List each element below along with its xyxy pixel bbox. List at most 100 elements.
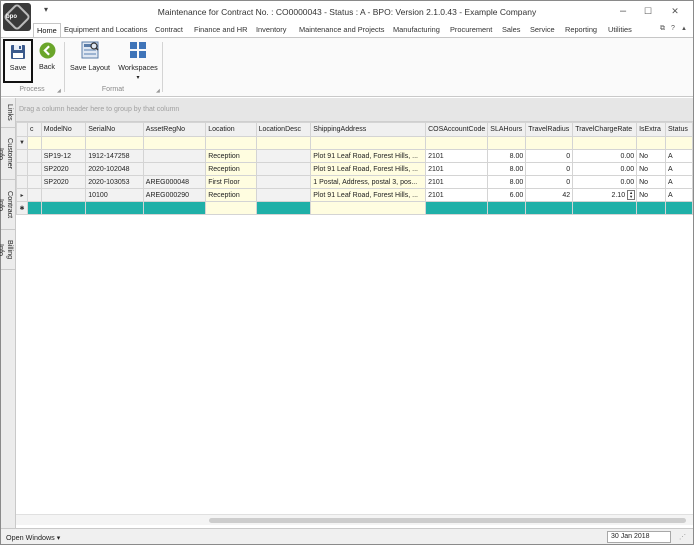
cell-assetregno[interactable]: [142, 162, 207, 176]
filter-cell[interactable]: [255, 136, 312, 150]
minimize-button[interactable]: –: [613, 5, 633, 17]
new-cell[interactable]: [255, 201, 312, 215]
column-header-modelno[interactable]: ModelNo: [40, 122, 87, 137]
new-cell[interactable]: [572, 201, 638, 215]
close-button[interactable]: ✕: [665, 5, 685, 17]
cell-shippingaddress[interactable]: 1 Postal, Address, postal 3, pos...: [310, 175, 427, 189]
table-row[interactable]: SP2020 2020-102048 Reception Plot 91 Lea…: [16, 162, 693, 176]
cell-modelno[interactable]: SP2020: [40, 175, 87, 189]
cell-location[interactable]: Reception: [205, 162, 257, 176]
column-header-serialno[interactable]: SerialNo: [85, 122, 144, 137]
cell-cosaccountcode[interactable]: 2101: [425, 188, 489, 202]
filter-cell[interactable]: [665, 136, 693, 150]
cell-locationdesc[interactable]: [255, 175, 312, 189]
filter-cell[interactable]: [425, 136, 489, 150]
cell-locationdesc[interactable]: [255, 149, 312, 163]
cell-travelradius[interactable]: 0: [525, 162, 574, 176]
cell-isextra[interactable]: No: [636, 175, 666, 189]
table-row[interactable]: ▸ 10100 AREG000290 Reception Plot 91 Lea…: [16, 188, 693, 202]
cell-isextra[interactable]: No: [636, 149, 666, 163]
column-header-cosaccountcode[interactable]: COSAccountCode: [425, 122, 489, 137]
maximize-button[interactable]: ☐: [638, 5, 658, 17]
new-cell[interactable]: [636, 201, 666, 215]
cell-assetregno[interactable]: AREG000048: [142, 175, 207, 189]
system-date-field[interactable]: 30 Jan 2018: [607, 531, 671, 543]
cell-slahours[interactable]: 8.00: [487, 162, 527, 176]
filter-cell[interactable]: [487, 136, 527, 150]
cell-travelradius[interactable]: 0: [525, 149, 574, 163]
filter-icon[interactable]: ▼: [16, 136, 28, 150]
column-header-travelchargerate[interactable]: TravelChargeRate: [572, 122, 638, 137]
new-row-icon[interactable]: ✱: [16, 201, 28, 215]
tab-utilities[interactable]: Utilities: [608, 23, 632, 37]
tab-procurement[interactable]: Procurement: [450, 23, 492, 37]
new-cell-shippingaddress[interactable]: [310, 201, 427, 215]
cell-slahours[interactable]: 8.00: [487, 175, 527, 189]
resize-grip-icon[interactable]: ⋰: [679, 533, 686, 541]
collapse-ribbon-icon[interactable]: ▲: [681, 26, 687, 32]
cell-c[interactable]: [26, 149, 42, 163]
filter-cell[interactable]: [525, 136, 574, 150]
cell-modelno[interactable]: SP19-12: [40, 149, 87, 163]
workspaces-button[interactable]: Workspaces ▾: [117, 40, 159, 81]
cell-modelno[interactable]: SP2020: [40, 162, 87, 176]
filter-cell[interactable]: [205, 136, 257, 150]
horizontal-scrollbar[interactable]: [16, 514, 693, 525]
cell-location[interactable]: Reception: [205, 188, 257, 202]
restore-layout-icon[interactable]: ⧉: [660, 25, 665, 33]
cell-status[interactable]: A: [665, 149, 693, 163]
tab-equipment-and-locations[interactable]: Equipment and Locations: [64, 23, 147, 37]
cell-locationdesc[interactable]: [255, 162, 312, 176]
cell-travelradius[interactable]: 0: [525, 175, 574, 189]
cell-serialno[interactable]: 10100: [85, 188, 144, 202]
cell-travelchargerate[interactable]: 0.00: [572, 149, 638, 163]
tab-manufacturing[interactable]: Manufacturing: [393, 23, 440, 37]
tab-inventory[interactable]: Inventory: [256, 23, 286, 37]
format-launcher-icon[interactable]: ◢: [156, 88, 160, 94]
travelchargerate-value[interactable]: 2.10: [611, 192, 625, 199]
column-header-assetregno[interactable]: AssetRegNo: [142, 122, 207, 137]
column-header-status[interactable]: Status: [665, 122, 693, 137]
spin-editor-icon[interactable]: ▲ ▼: [627, 190, 636, 200]
tab-contract[interactable]: Contract: [155, 23, 183, 37]
cell-travelradius[interactable]: 42: [525, 188, 574, 202]
new-item-row[interactable]: ✱: [16, 201, 693, 215]
help-icon[interactable]: ?: [671, 25, 675, 32]
spin-down-icon[interactable]: ▼: [628, 195, 634, 199]
cell-shippingaddress[interactable]: Plot 91 Leaf Road, Forest Hills, ...: [310, 188, 427, 202]
open-windows-menu[interactable]: Open Windows ▾: [6, 533, 60, 542]
side-tab-customer-info[interactable]: Customer Info: [0, 128, 15, 180]
cell-shippingaddress[interactable]: Plot 91 Leaf Road, Forest Hills, ...: [310, 162, 427, 176]
tab-reporting[interactable]: Reporting: [565, 23, 597, 37]
cell-isextra[interactable]: No: [636, 162, 666, 176]
filter-cell[interactable]: [40, 136, 87, 150]
row-indicator[interactable]: [16, 162, 28, 176]
new-cell[interactable]: [665, 201, 693, 215]
cell-status[interactable]: A: [665, 175, 693, 189]
column-header-travelradius[interactable]: TravelRadius: [525, 122, 574, 137]
cell-shippingaddress[interactable]: Plot 91 Leaf Road, Forest Hills, ...: [310, 149, 427, 163]
cell-serialno[interactable]: 2020-103053: [85, 175, 144, 189]
new-cell[interactable]: [425, 201, 489, 215]
cell-status[interactable]: A: [665, 162, 693, 176]
cell-c[interactable]: [26, 188, 42, 202]
column-header-shippingaddress[interactable]: ShippingAddress: [310, 122, 427, 137]
tab-home[interactable]: Home: [33, 23, 61, 38]
tab-sales[interactable]: Sales: [502, 23, 521, 37]
filter-cell[interactable]: [572, 136, 638, 150]
cell-slahours[interactable]: 8.00: [487, 149, 527, 163]
filter-cell[interactable]: [636, 136, 666, 150]
save-button[interactable]: Save: [3, 39, 33, 83]
back-button[interactable]: Back: [36, 42, 58, 71]
cell-assetregno[interactable]: AREG000290: [142, 188, 207, 202]
filter-cell[interactable]: [85, 136, 144, 150]
cell-c[interactable]: [26, 175, 42, 189]
save-layout-button[interactable]: Save Layout: [67, 40, 113, 72]
cell-c[interactable]: [26, 162, 42, 176]
cell-cosaccountcode[interactable]: 2101: [425, 162, 489, 176]
new-cell[interactable]: [26, 201, 42, 215]
filter-cell[interactable]: [310, 136, 427, 150]
cell-status[interactable]: A: [665, 188, 693, 202]
cell-serialno[interactable]: 2020-102048: [85, 162, 144, 176]
row-indicator[interactable]: [16, 175, 28, 189]
